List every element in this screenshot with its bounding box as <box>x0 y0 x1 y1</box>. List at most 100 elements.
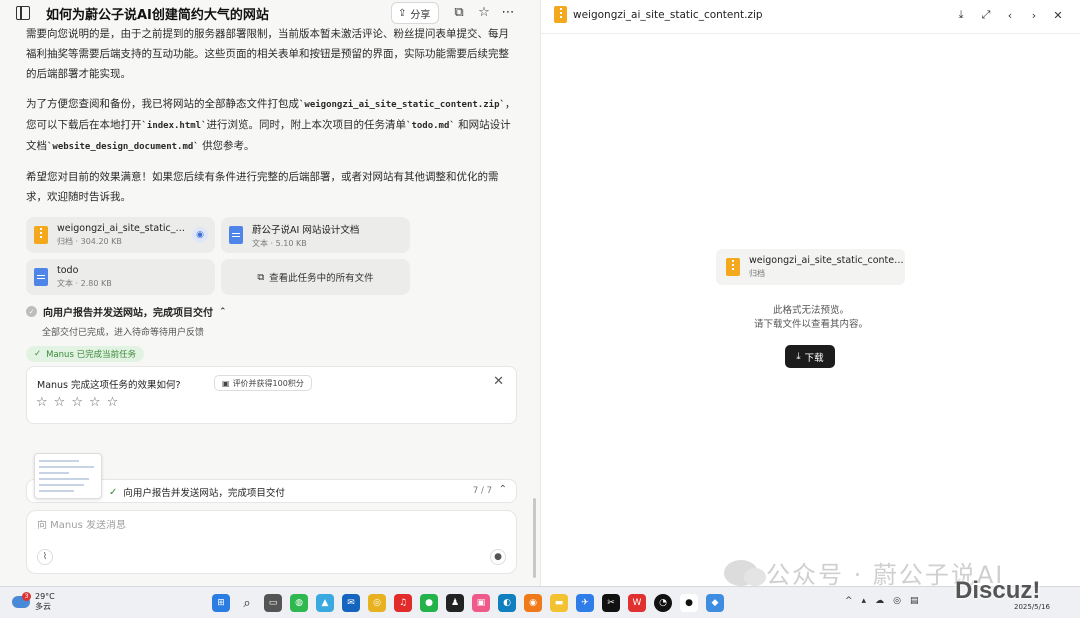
wps-icon[interactable]: W <box>628 594 646 612</box>
chevron-up-icon[interactable]: ^ <box>845 596 853 606</box>
share-icon: ⇪ <box>398 7 407 19</box>
rating-reward-pill[interactable]: ▣ 评价并获得100积分 <box>214 375 312 391</box>
feishu-icon[interactable]: ✈ <box>576 594 594 612</box>
document-file-icon <box>229 226 243 244</box>
chevron-up-icon[interactable]: ⌃ <box>219 307 227 317</box>
file-card-design-doc[interactable]: 蔚公子说AI 网站设计文档 文本 · 5.10 KB <box>221 217 410 253</box>
expand-icon[interactable]: ⤢ <box>978 7 994 23</box>
view-all-label: 查看此任务中的所有文件 <box>269 273 374 284</box>
weather-temp: 29°C <box>35 592 55 601</box>
wechat-icon <box>724 559 766 586</box>
message-paragraph: 为了方便您查阅和备份，我已将网站的全部静态文件打包成`weigongzi_ai_… <box>26 98 516 152</box>
tray-app-icon[interactable]: ▴ <box>862 596 867 606</box>
file-meta: 归档 <box>749 269 765 278</box>
task-complete-badge: ✓ Manus 已完成当前任务 <box>26 346 145 362</box>
zip-file-icon <box>34 226 48 244</box>
netease-music-icon[interactable]: ♫ <box>394 594 412 612</box>
app-icon[interactable]: ◔ <box>654 594 672 612</box>
preview-header: weigongzi_ai_site_static_content.zip ⤓ ⤢… <box>541 0 1080 34</box>
file-name: weigongzi_ai_site_static_cont... <box>57 223 189 234</box>
tray-app-icon[interactable]: ☁ <box>875 596 884 606</box>
weather-text: 29°C 多云 <box>35 592 55 612</box>
capcut-icon[interactable]: ✂ <box>602 594 620 612</box>
weather-desc: 多云 <box>35 602 51 611</box>
star-icon[interactable]: ☆ <box>36 395 48 410</box>
search-icon[interactable]: ⌕ <box>238 594 256 612</box>
star-icon[interactable]: ☆ <box>107 395 119 410</box>
bilibili-icon[interactable]: ▣ <box>472 594 490 612</box>
start-icon[interactable]: ⊞ <box>212 594 230 612</box>
chrome-icon[interactable]: ◎ <box>368 594 386 612</box>
taskbar-apps: ⊞ ⌕ ▭ ◍ ▲ ✉ ◎ ♫ ● ♟ ▣ ◐ ◉ ▬ ✈ ✂ W ◔ ● ◆ <box>212 594 724 612</box>
file-card-todo[interactable]: todo 文本 · 2.80 KB <box>26 259 215 295</box>
folder-icon[interactable]: ▬ <box>550 594 568 612</box>
progress-text: 向用户报告并发送网站，完成项目交付 <box>123 488 285 499</box>
app-icon[interactable]: ◆ <box>706 594 724 612</box>
computer-preview-thumbnail[interactable] <box>34 453 102 499</box>
preview-message: 此格式无法预览。 <box>772 305 849 316</box>
app-icon[interactable]: ▲ <box>316 594 334 612</box>
message-input[interactable] <box>37 520 497 531</box>
preview-file-card: weigongzi_ai_site_static_content.zip 归档 <box>716 249 909 285</box>
view-all-files-button[interactable]: ⧉ 查看此任务中的所有文件 <box>221 259 410 295</box>
paperclip-icon[interactable]: ⌇ <box>37 549 53 565</box>
wechat-work-icon[interactable]: ◍ <box>290 594 308 612</box>
message-paragraph: 需要向您说明的是，由于之前提到的服务器部署限制，当前版本暂未激活评论、粉丝提问表… <box>26 28 509 80</box>
star-icon[interactable]: ☆ <box>476 4 492 20</box>
edge-icon[interactable]: ◐ <box>498 594 516 612</box>
sidebar-toggle-icon[interactable] <box>16 6 30 20</box>
step-title: 向用户报告并发送网站，完成项目交付 <box>43 308 213 319</box>
conversation-title: 如何为蔚公子说AI创建简约大气的网站 <box>46 8 269 23</box>
star-icon[interactable]: ☆ <box>71 395 83 410</box>
star-icon[interactable]: ☆ <box>54 395 66 410</box>
wechat-icon[interactable]: ● <box>420 594 438 612</box>
star-rating: ☆ ☆ ☆ ☆ ☆ <box>36 395 118 410</box>
zip-file-icon <box>554 6 567 23</box>
progress-text-wrap: ✓ 向用户报告并发送网站，完成项目交付 <box>109 485 285 500</box>
download-icon: ⤓ <box>796 351 801 362</box>
chat-topbar: 如何为蔚公子说AI创建简约大气的网站 ⇪ 分享 ⧉ ☆ ⋯ <box>0 0 540 26</box>
discuz-watermark: Discuz! <box>955 577 1041 604</box>
download-icon[interactable]: ⤓ <box>953 7 969 23</box>
copy-icon[interactable]: ⧉ <box>451 4 467 20</box>
tray-app-icon[interactable]: ▤ <box>910 596 919 606</box>
chevron-right-icon[interactable]: › <box>1026 7 1042 23</box>
mail-icon[interactable]: ✉ <box>342 594 360 612</box>
zip-file-icon <box>726 258 740 276</box>
microphone-icon[interactable]: ● <box>490 549 506 565</box>
close-icon[interactable]: ✕ <box>1050 7 1066 23</box>
tray-app-icon[interactable]: ◎ <box>893 596 901 606</box>
more-icon[interactable]: ⋯ <box>500 4 516 20</box>
file-card-zip[interactable]: weigongzi_ai_site_static_cont... 归档 · 30… <box>26 217 215 253</box>
firefox-icon[interactable]: ◉ <box>524 594 542 612</box>
task-step[interactable]: ✓ 向用户报告并发送网站，完成项目交付 ⌃ <box>26 304 516 319</box>
message-composer: ⌇ ● <box>26 510 517 574</box>
preview-message: 请下载文件以查看其内容。 <box>753 319 868 330</box>
cloud-icon: 3 <box>12 592 31 608</box>
message-paragraph: 希望您对目前的效果满意！如果您后续有条件进行完整的后端部署，或者对网站有其他调整… <box>26 171 499 203</box>
close-icon[interactable]: ✕ <box>493 374 504 389</box>
chevron-up-icon[interactable]: ⌃ <box>499 484 507 495</box>
star-icon[interactable]: ☆ <box>89 395 101 410</box>
file-name: weigongzi_ai_site_static_content.zip <box>749 255 909 266</box>
check-icon: ✓ <box>34 349 42 359</box>
file-meta: 文本 · 5.10 KB <box>252 238 307 248</box>
windows-taskbar: 3 29°C 多云 ⊞ ⌕ ▭ ◍ ▲ ✉ ◎ ♫ ● ♟ ▣ ◐ ◉ ▬ ✈ … <box>0 586 1080 618</box>
preview-eye-icon[interactable]: ◉ <box>192 227 208 243</box>
rating-pill-label: 评价并获得100积分 <box>232 378 304 388</box>
rating-card: Manus 完成这项任务的效果如何? ▣ 评价并获得100积分 ✕ ☆ ☆ ☆ … <box>26 366 517 424</box>
download-button[interactable]: ⤓ 下载 <box>785 345 835 368</box>
qq-icon[interactable]: ♟ <box>446 594 464 612</box>
weather-widget[interactable]: 3 29°C 多云 <box>12 592 55 612</box>
system-tray: ^ ▴ ☁ ◎ ▤ <box>845 596 918 606</box>
chevron-left-icon[interactable]: ‹ <box>1002 7 1018 23</box>
task-view-icon[interactable]: ▭ <box>264 594 282 612</box>
file-meta: 文本 · 2.80 KB <box>57 279 112 288</box>
gift-icon: ▣ <box>222 378 230 388</box>
share-button[interactable]: ⇪ 分享 <box>391 2 440 24</box>
file-meta: 归档 · 304.20 KB <box>57 237 122 246</box>
scrollbar[interactable] <box>533 498 536 578</box>
app-window: 如何为蔚公子说AI创建简约大气的网站 ⇪ 分享 ⧉ ☆ ⋯ 需要向您说明的是，由… <box>0 0 1080 589</box>
file-name: todo <box>57 265 79 276</box>
panda-icon[interactable]: ● <box>680 594 698 612</box>
